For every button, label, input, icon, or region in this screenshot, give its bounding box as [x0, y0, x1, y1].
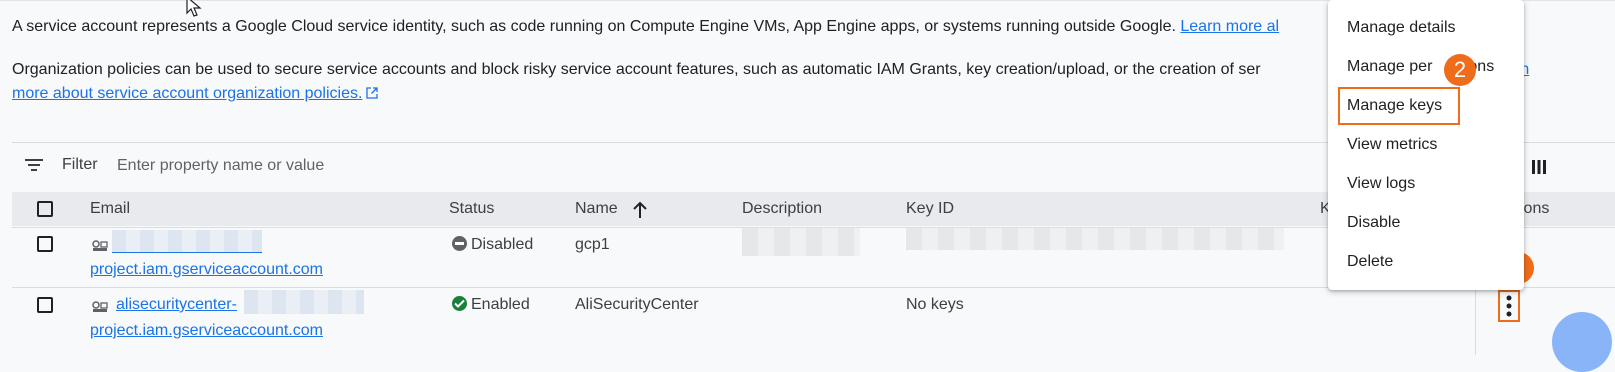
column-email[interactable]: Email — [90, 200, 130, 218]
column-name[interactable]: Name — [575, 200, 618, 218]
column-display-icon[interactable] — [1532, 160, 1546, 174]
column-actions: ions — [1520, 200, 1550, 217]
select-all-checkbox[interactable] — [37, 201, 53, 217]
row-email-link[interactable]: project.iam.gserviceaccount.com — [90, 322, 323, 340]
external-link-icon — [366, 87, 379, 99]
org-policies-link[interactable]: more about service account organization … — [12, 85, 362, 102]
step-1-highlight — [1498, 290, 1520, 322]
redacted-key-id — [906, 228, 1284, 250]
filter-icon[interactable] — [25, 158, 43, 172]
step-2-highlight — [1338, 87, 1460, 125]
service-account-icon — [92, 301, 108, 312]
menu-item-delete[interactable]: Delete — [1347, 253, 1393, 271]
arrow-up-icon[interactable] — [632, 201, 648, 219]
check-circle-icon — [452, 296, 467, 311]
step-2-badge: 2 — [1444, 54, 1476, 86]
learn-more-link[interactable]: Learn more al — [1180, 18, 1279, 35]
row-status: Disabled — [452, 236, 533, 254]
redacted-description — [742, 228, 860, 256]
filter-input[interactable] — [117, 152, 617, 180]
row-name: gcp1 — [575, 236, 610, 253]
row-name: AliSecurityCenter — [575, 296, 699, 313]
row-email-prefix-link[interactable]: alisecuritycenter- — [116, 296, 237, 314]
disabled-icon — [452, 236, 467, 251]
column-key-id[interactable]: Key ID — [906, 200, 954, 218]
policies-text: Organization policies can be used to sec… — [12, 61, 1261, 78]
mouse-cursor-icon — [186, 0, 202, 17]
redacted-email — [244, 290, 364, 314]
row-status: Enabled — [452, 296, 530, 314]
service-account-icon — [92, 240, 108, 251]
menu-item-view-logs[interactable]: View logs — [1347, 175, 1415, 193]
column-description[interactable]: Description — [742, 200, 822, 218]
menu-item-manage-details[interactable]: Manage details — [1347, 19, 1456, 37]
row-email-link[interactable]: project.iam.gserviceaccount.com — [90, 261, 323, 279]
column-status[interactable]: Status — [449, 200, 494, 218]
intro-text: A service account represents a Google Cl… — [12, 18, 1181, 35]
assistant-fab[interactable] — [1552, 312, 1612, 372]
redacted-email — [112, 230, 262, 252]
row-key-id: No keys — [906, 296, 964, 313]
menu-item-disable[interactable]: Disable — [1347, 214, 1400, 232]
menu-item-view-metrics[interactable]: View metrics — [1347, 136, 1437, 154]
filter-label: Filter — [62, 156, 98, 173]
row-checkbox[interactable] — [37, 297, 53, 313]
email-underline — [112, 252, 262, 253]
row-checkbox[interactable] — [37, 236, 53, 252]
intro-paragraph: A service account represents a Google Cl… — [12, 15, 1332, 39]
